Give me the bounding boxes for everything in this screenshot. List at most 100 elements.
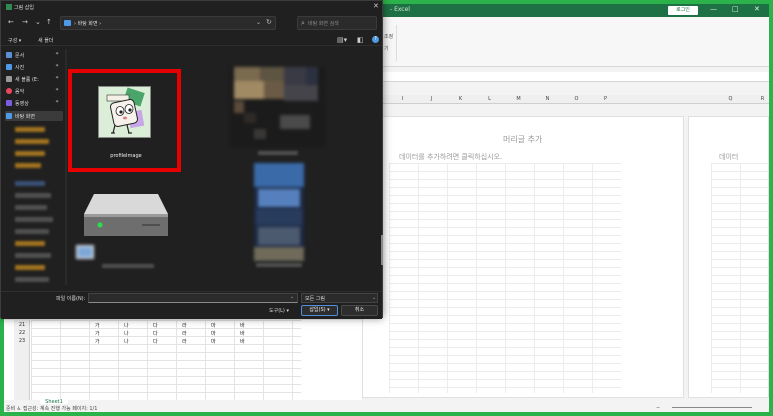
- status-text: 준비 ♿ 접근성: 계속 진행 가능 페이지: 1/1: [6, 406, 98, 412]
- cell[interactable]: 나: [124, 338, 129, 345]
- cell[interactable]: 바: [240, 338, 245, 345]
- organize-button[interactable]: 구성 ▾: [8, 37, 21, 44]
- cell[interactable]: 라: [182, 330, 187, 337]
- insert-button[interactable]: 삽입(S) ▾: [301, 305, 338, 316]
- file-list-scrollbar[interactable]: [381, 235, 383, 265]
- cell[interactable]: 나: [124, 322, 129, 329]
- cancel-button[interactable]: 취소: [341, 305, 378, 316]
- row-number[interactable]: 21: [14, 322, 30, 328]
- breadcrumb[interactable]: › 바탕 화면 ›: [74, 20, 101, 27]
- cell[interactable]: 마: [211, 338, 216, 345]
- blurred-file-thumbnail[interactable]: [254, 163, 304, 261]
- cell[interactable]: 라: [182, 338, 187, 345]
- cell-grid[interactable]: [389, 163, 621, 393]
- blurred-nav-item[interactable]: [15, 193, 51, 198]
- preview-pane-icon[interactable]: ◧: [357, 36, 364, 44]
- cell[interactable]: 가: [95, 338, 100, 345]
- tools-button[interactable]: 도구(L) ▾: [269, 307, 289, 314]
- column-header[interactable]: N: [533, 96, 562, 102]
- nav-item-documents[interactable]: 문서 ✦: [5, 50, 63, 60]
- cell[interactable]: 바: [240, 330, 245, 337]
- blurred-nav-item[interactable]: [15, 277, 49, 282]
- excel-app-icon: [6, 4, 12, 10]
- login-button[interactable]: 로그인: [668, 6, 698, 15]
- blurred-nav-item[interactable]: [15, 151, 45, 156]
- column-header[interactable]: I: [388, 96, 417, 102]
- refresh-icon[interactable]: ↻: [266, 18, 272, 26]
- page-data-hint[interactable]: 데이터: [719, 152, 738, 162]
- chevron-down-icon[interactable]: ⌄: [256, 19, 261, 26]
- search-box[interactable]: ⌕: [297, 16, 377, 30]
- nav-item-pictures[interactable]: 사진 ✦: [5, 62, 63, 72]
- column-header[interactable]: M: [504, 96, 533, 102]
- nav-item-music[interactable]: 음악 ✦: [5, 86, 63, 96]
- close-icon[interactable]: ✕: [754, 5, 760, 13]
- column-header[interactable]: R: [748, 96, 769, 102]
- blurred-nav-item[interactable]: [15, 139, 49, 144]
- file-name-input[interactable]: [88, 293, 298, 303]
- cell[interactable]: 마: [211, 322, 216, 329]
- chevron-down-icon[interactable]: ⌄: [290, 294, 294, 300]
- row-number[interactable]: 22: [14, 330, 30, 336]
- blurred-nav-item[interactable]: [15, 181, 45, 186]
- nav-item-label: 음악: [15, 89, 25, 95]
- cell[interactable]: 가: [95, 322, 100, 329]
- column-header[interactable]: O: [562, 96, 591, 102]
- ribbon-item-2[interactable]: 기: [384, 45, 389, 52]
- zoom-slider[interactable]: [672, 407, 752, 408]
- cell[interactable]: 라: [182, 322, 187, 329]
- file-type-dropdown[interactable]: 모든 그림 ⌄: [301, 293, 378, 303]
- page-data-hint[interactable]: 데이터를 추가하려면 클릭하십시오.: [399, 152, 502, 162]
- page-header-placeholder[interactable]: 머리글 추가: [503, 134, 542, 145]
- view-menu-icon[interactable]: ▤▾: [337, 36, 347, 44]
- hard-drive-icon[interactable]: [82, 192, 170, 238]
- selected-file-item[interactable]: profileImage: [68, 69, 181, 172]
- maximize-icon[interactable]: □: [732, 5, 739, 13]
- row-number[interactable]: 23: [14, 338, 30, 344]
- nav-scrollbar[interactable]: [65, 49, 67, 285]
- cell[interactable]: 다: [153, 322, 158, 329]
- column-header[interactable]: Q: [716, 96, 745, 102]
- blurred-nav-item[interactable]: [15, 217, 53, 222]
- column-header[interactable]: J: [417, 96, 446, 102]
- address-bar[interactable]: › 바탕 화면 › ⌄ ↻: [60, 16, 276, 30]
- nav-item-drive[interactable]: 새 볼륨 (E: ✦: [5, 74, 63, 84]
- nav-item-videos[interactable]: 동영상 ✦: [5, 98, 63, 108]
- cell[interactable]: 나: [124, 330, 129, 337]
- up-folder-icon[interactable]: ↑: [46, 18, 52, 26]
- blurred-nav-item[interactable]: [15, 253, 51, 258]
- blurred-file-thumbnail[interactable]: [230, 67, 325, 147]
- cell-grid[interactable]: [711, 163, 769, 393]
- blurred-nav-item[interactable]: [15, 163, 41, 168]
- search-input[interactable]: [308, 19, 374, 28]
- ribbon-item-adjust[interactable]: 조정: [384, 33, 393, 40]
- folder-icon: [64, 20, 71, 26]
- cell[interactable]: 마: [211, 330, 216, 337]
- cell[interactable]: 가: [95, 330, 100, 337]
- blurred-file-thumbnail[interactable]: [76, 245, 94, 259]
- zoom-out-icon[interactable]: −: [656, 405, 660, 411]
- dialog-close-icon[interactable]: ✕: [373, 2, 379, 10]
- column-header[interactable]: K: [446, 96, 475, 102]
- file-name-label: 파일 이름(N):: [56, 296, 86, 302]
- minimize-icon[interactable]: —: [710, 5, 717, 13]
- nav-item-label: 새 볼륨 (E:: [15, 77, 39, 83]
- column-header[interactable]: P: [591, 96, 620, 102]
- blurred-nav-item[interactable]: [15, 241, 45, 246]
- recent-locations-icon[interactable]: ⌄: [35, 18, 41, 26]
- blurred-nav-item[interactable]: [15, 127, 45, 132]
- cell-grid[interactable]: [31, 320, 301, 400]
- nav-item-desktop[interactable]: 바탕 화면: [5, 111, 63, 121]
- nav-item-label: 사진: [15, 65, 25, 71]
- help-icon[interactable]: ?: [372, 36, 379, 43]
- new-folder-button[interactable]: 새 폴더: [38, 37, 53, 44]
- cell[interactable]: 바: [240, 322, 245, 329]
- cell[interactable]: 다: [153, 338, 158, 345]
- cell[interactable]: 다: [153, 330, 158, 337]
- back-icon[interactable]: ←: [8, 18, 14, 26]
- blurred-nav-item[interactable]: [15, 265, 45, 270]
- forward-icon[interactable]: →: [22, 18, 28, 26]
- blurred-nav-item[interactable]: [15, 205, 47, 210]
- column-header[interactable]: L: [475, 96, 504, 102]
- blurred-nav-item[interactable]: [15, 229, 49, 234]
